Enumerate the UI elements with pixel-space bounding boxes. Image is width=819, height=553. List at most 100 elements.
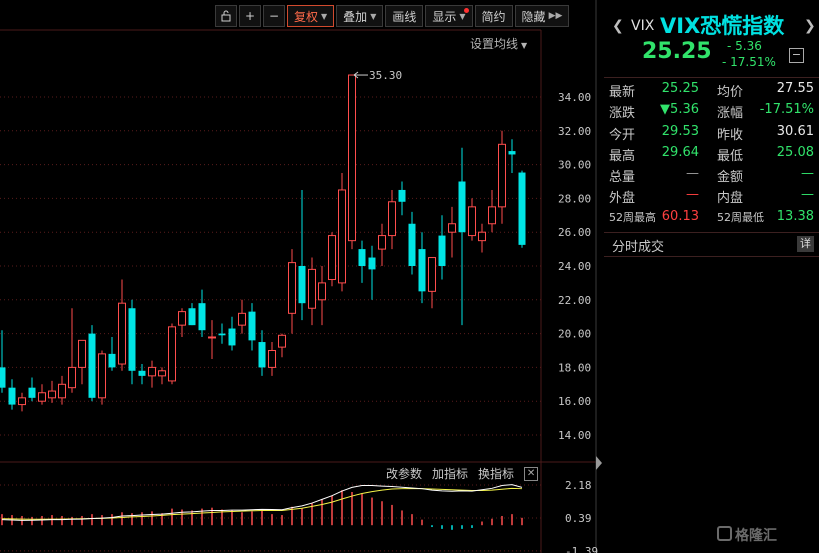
candle-body xyxy=(188,308,196,326)
stat-value: — xyxy=(686,187,699,203)
stat-label: 均价 xyxy=(717,85,744,100)
quote-header: ❮ VIX VIX恐慌指数 ❯ 25.25 - 5.36 - 17.51% − xyxy=(604,6,819,76)
collapse-panel-icon[interactable] xyxy=(596,456,602,470)
stat-value: -17.51% xyxy=(759,102,814,118)
stat-value: — xyxy=(801,166,814,182)
caret-down-icon: ▼ xyxy=(370,11,377,21)
display-button[interactable]: 显示 ▼ xyxy=(425,5,473,27)
lock-icon[interactable] xyxy=(215,5,237,27)
candle-body xyxy=(368,257,376,270)
ma-setting-dropdown[interactable]: 设置均线 ▼ xyxy=(470,35,527,52)
hide-label: 隐藏 xyxy=(521,9,546,24)
candle-body xyxy=(248,311,256,341)
candle-body xyxy=(348,74,356,242)
draw-button[interactable]: 画线 xyxy=(385,5,424,27)
candle-body xyxy=(518,172,526,245)
caret-down-icon: ▼ xyxy=(459,11,466,21)
candle-body xyxy=(498,143,506,208)
candle-body xyxy=(378,235,386,250)
stat-label: 今开 xyxy=(609,127,636,143)
candle-body xyxy=(288,262,296,314)
candle-body xyxy=(458,181,466,233)
trades-header: 分时成交 详 xyxy=(604,233,819,255)
trades-detail-button[interactable]: 详 xyxy=(797,236,814,252)
change-params-button[interactable]: 改参数 xyxy=(386,465,422,482)
stat-label: 52周最高 xyxy=(609,210,656,224)
stat-value: 29.53 xyxy=(661,123,699,139)
candle-body xyxy=(318,282,326,301)
candle-body xyxy=(0,367,6,388)
last-price: 25.25 xyxy=(642,39,712,64)
candle-body xyxy=(168,326,176,382)
stat-value: — xyxy=(801,187,814,203)
candle-body xyxy=(338,189,346,284)
add-indicator-button[interactable]: 加指标 xyxy=(432,465,468,482)
stat-row: 涨跌 ▼5.36 涨幅 -17.51% xyxy=(604,101,819,122)
candle-body xyxy=(158,370,166,377)
candle-body xyxy=(88,333,96,398)
candle-body xyxy=(268,350,276,368)
caret-down-icon: ▼ xyxy=(321,11,328,21)
stat-value: 25.25 xyxy=(661,81,699,96)
double-right-icon: ▶▶ xyxy=(548,11,563,21)
collapse-quote-button[interactable]: − xyxy=(789,48,804,63)
stat-label: 最低 xyxy=(717,148,744,164)
candle-body xyxy=(38,392,46,402)
stat-label: 外盘 xyxy=(609,191,636,207)
stat-label: 最新 xyxy=(609,85,636,100)
y-tick-label: 2.18 xyxy=(565,479,592,492)
hide-button[interactable]: 隐藏 ▶▶ xyxy=(514,5,570,27)
price-change: - 5.36 xyxy=(727,39,762,53)
next-icon[interactable]: ❯ xyxy=(804,18,816,34)
stat-label: 内盘 xyxy=(717,191,744,207)
watermark-text: 格隆汇 xyxy=(735,528,777,544)
price-change-pct: - 17.51% xyxy=(722,55,776,69)
fq-button[interactable]: 复权 ▼ xyxy=(287,5,335,27)
candle-body xyxy=(408,223,416,266)
candle-body xyxy=(58,383,66,399)
draw-label: 画线 xyxy=(392,9,417,24)
candle-body xyxy=(428,257,436,292)
candle-body xyxy=(358,249,366,266)
candle-body xyxy=(18,397,26,406)
candle-body xyxy=(418,249,426,292)
candle-body xyxy=(468,206,476,237)
minus-icon[interactable]: − xyxy=(263,5,285,27)
overlay-button[interactable]: 叠加 ▼ xyxy=(336,5,384,27)
candle-body xyxy=(118,302,126,365)
candle-body xyxy=(478,231,486,242)
simple-button[interactable]: 简约 xyxy=(474,5,513,27)
symbol-code: VIX xyxy=(631,18,655,34)
candle-body xyxy=(8,387,16,405)
candle-body xyxy=(198,303,206,331)
candle-body xyxy=(108,353,116,368)
notification-dot xyxy=(463,8,469,13)
y-tick-label: 20.00 xyxy=(558,328,591,341)
display-label: 显示 xyxy=(432,9,457,24)
max-annotation-label: 35.30 xyxy=(369,69,402,82)
candle-body xyxy=(238,312,246,326)
candle-body xyxy=(68,366,76,389)
stat-label: 52周最低 xyxy=(717,210,764,224)
stat-label: 总量 xyxy=(609,170,636,186)
plus-icon[interactable]: + xyxy=(239,5,261,27)
switch-indicator-button[interactable]: 换指标 xyxy=(478,465,514,482)
prev-icon[interactable]: ❮ xyxy=(612,18,624,34)
candle-body xyxy=(138,370,146,376)
overlay-label: 叠加 xyxy=(343,9,368,24)
candle-body xyxy=(78,339,86,368)
stat-row: 总量 — 金额 — xyxy=(604,165,819,186)
candle-body xyxy=(258,342,266,368)
candle-body xyxy=(508,151,516,155)
stat-value: ▼5.36 xyxy=(660,102,699,118)
y-tick-label: 26.00 xyxy=(558,226,591,239)
stat-row: 外盘 — 内盘 — xyxy=(604,186,819,207)
stat-value: 25.08 xyxy=(776,144,814,160)
y-tick-label: 18.00 xyxy=(558,361,591,374)
quote-stats: 最新 25.25 均价 27.55 涨跌 ▼5.36 涨幅 -17.51% 今开 29.53 昨收 3… xyxy=(604,80,819,229)
candle-body xyxy=(28,387,36,398)
candle-body xyxy=(398,189,406,202)
stat-row: 52周最高 60.13 52周最低 13.38 xyxy=(604,208,819,229)
trades-title: 分时成交 xyxy=(612,240,665,255)
close-icon[interactable]: ✕ xyxy=(524,466,539,481)
